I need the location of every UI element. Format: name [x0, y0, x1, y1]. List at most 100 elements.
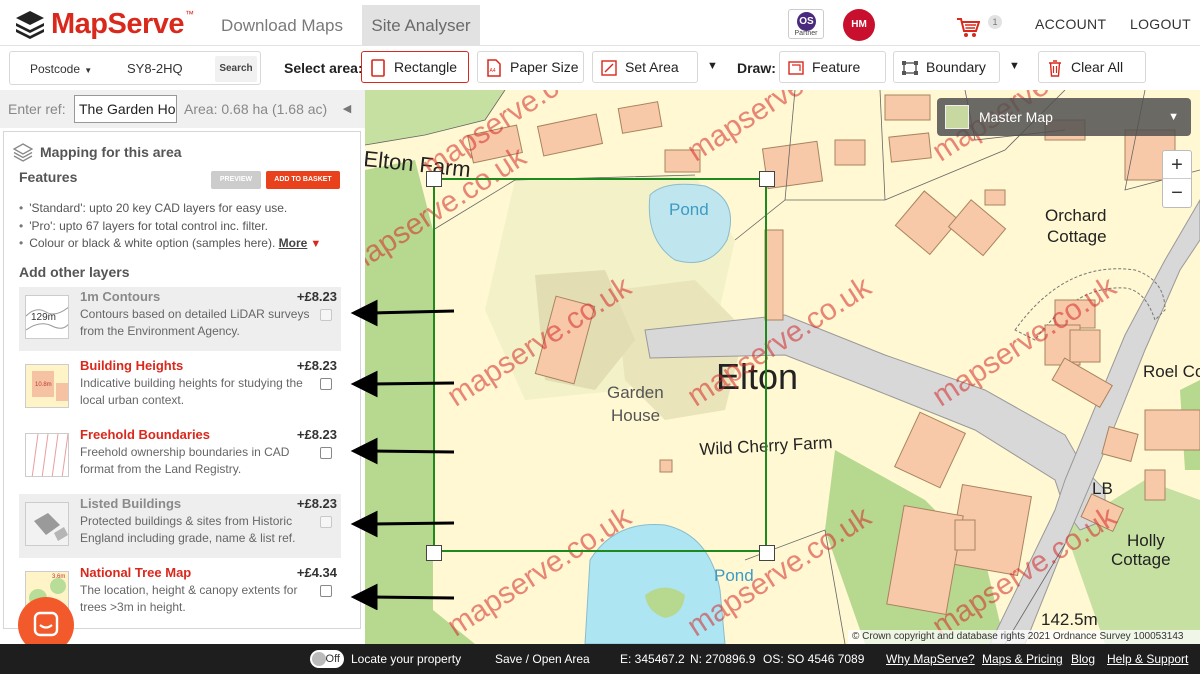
maps-pricing-link[interactable]: Maps & Pricing [982, 644, 1063, 674]
postcode-search: Postcode ▼ SY8-2HQ Search [9, 51, 261, 85]
layer-contours[interactable]: 129m 1m Contours +£8.23 Contours based o… [19, 287, 341, 351]
logo-trademark: ™ [185, 9, 195, 19]
layer-name: Building Heights [80, 358, 184, 373]
layer-description: Contours based on detailed LiDAR surveys… [80, 307, 310, 338]
layer-freehold-boundaries[interactable]: Freehold Boundaries +£8.23 Freehold owne… [19, 425, 341, 489]
layer-checkbox[interactable] [320, 309, 332, 321]
search-type-select[interactable]: Postcode ▼ [30, 52, 92, 88]
freehold-thumbnail [25, 433, 69, 477]
layers-logo-icon [16, 11, 44, 39]
layers-icon [12, 143, 34, 162]
layer-description: Indicative building heights for studying… [80, 376, 303, 407]
tab-download-maps[interactable]: Download Maps [212, 5, 352, 46]
panel-header: Mapping for this area [12, 140, 182, 164]
why-mapserve-link[interactable]: Why MapServe? [886, 644, 975, 674]
rectangle-button[interactable]: Rectangle [361, 51, 469, 83]
easting-readout: E: 345467.2 [620, 652, 685, 666]
layer-checkbox[interactable] [320, 585, 332, 597]
os-logo-mark: OS [797, 12, 816, 31]
layer-price: +£8.23 [296, 358, 337, 373]
resize-handle-top-right[interactable] [759, 171, 775, 187]
save-open-area-link[interactable]: Save / Open Area [495, 644, 590, 674]
layer-building-heights[interactable]: 10.8m Building Heights +£8.23 Indicative… [19, 356, 341, 420]
list-item: 'Pro': upto 67 layers for total control … [19, 218, 349, 236]
list-item: 'Standard': upto 20 key CAD layers for e… [19, 200, 349, 218]
enter-ref-label: Enter ref: [8, 101, 66, 117]
chevron-down-icon: ▼ [310, 238, 322, 250]
layer-name: National Tree Map [80, 565, 192, 580]
resize-handle-bottom-right[interactable] [759, 545, 775, 561]
reference-input[interactable]: The Garden Ho [74, 95, 177, 123]
reference-row: Enter ref: The Garden Ho Area: 0.68 ha (… [0, 90, 365, 128]
paper-size-icon: A4 [487, 59, 501, 77]
os-grid-ref-readout: OS: SO 4546 7089 [763, 652, 865, 666]
locate-toggle[interactable]: Off [310, 650, 344, 668]
zoom-in-button[interactable]: + [1163, 151, 1191, 179]
layer-name: Freehold Boundaries [80, 427, 211, 442]
preview-button[interactable]: PREVIEW [211, 171, 261, 189]
map-view[interactable]: Elton Farm Pond Orchard Cottage Elton Ga… [365, 90, 1200, 644]
map-label-cottage: Cottage [1047, 227, 1107, 246]
add-to-basket-button[interactable]: ADD TO BASKET [266, 171, 340, 189]
layer-description: The location, height & canopy extents fo… [80, 583, 298, 614]
chevron-down-icon: ▼ [82, 66, 93, 75]
chevron-left-icon: ◀ [342, 103, 352, 115]
layer-price: +£8.23 [296, 427, 337, 442]
draw-boundary-button[interactable]: Boundary [893, 51, 1000, 83]
basket-icon[interactable] [956, 16, 980, 38]
logo-text: MapServe [51, 8, 185, 40]
features-heading: Features [19, 169, 78, 185]
logout-link[interactable]: LOGOUT [1130, 16, 1191, 32]
clear-all-button[interactable]: Clear All [1038, 51, 1146, 83]
contours-thumbnail: 129m [25, 295, 69, 339]
hm-land-registry-badge: HM [843, 9, 875, 41]
locate-property-label: Locate your property [351, 652, 462, 666]
map-layer-select[interactable]: Master Map ▼ [937, 98, 1191, 136]
list-item: Colour or black & white option (samples … [19, 235, 349, 253]
draw-more-dropdown[interactable]: ▼ [1009, 60, 1020, 72]
northing-readout: N: 270896.9 [690, 652, 756, 666]
account-link[interactable]: ACCOUNT [1035, 16, 1106, 32]
layer-price: +£8.23 [296, 289, 337, 304]
boundary-icon [902, 61, 918, 75]
map-layer-thumbnail [945, 105, 969, 129]
svg-text:A4: A4 [490, 68, 496, 74]
select-area-more-dropdown[interactable]: ▼ [707, 60, 718, 72]
status-bar: Off Locate your property Save / Open Are… [0, 644, 1200, 674]
layer-checkbox[interactable] [320, 378, 332, 390]
selection-rectangle[interactable] [433, 178, 767, 552]
map-label-orchard: Orchard [1045, 206, 1107, 225]
help-support-link[interactable]: Help & Support [1107, 644, 1188, 674]
layer-checkbox[interactable] [320, 447, 332, 459]
chevron-down-icon: ▼ [1168, 111, 1179, 123]
resize-handle-top-left[interactable] [426, 171, 442, 187]
zoom-out-button[interactable]: − [1163, 179, 1191, 207]
layer-description: Freehold ownership boundaries in CAD for… [80, 445, 290, 476]
mapserve-logo[interactable]: MapServe ™ [14, 8, 194, 40]
layer-description: Protected buildings & sites from Histori… [80, 514, 296, 545]
blog-link[interactable]: Blog [1071, 644, 1095, 674]
rectangle-icon [371, 59, 385, 77]
layer-checkbox[interactable] [320, 516, 332, 528]
set-area-icon [601, 60, 617, 76]
listed-buildings-thumbnail [25, 502, 69, 546]
tab-site-analyser[interactable]: Site Analyser [362, 5, 480, 46]
top-bar: MapServe ™ Download Maps Site Analyser OS… [0, 0, 1200, 46]
set-area-button[interactable]: Set Area [592, 51, 698, 83]
select-area-label: Select area: [284, 60, 363, 76]
annotation-arrows [350, 299, 455, 610]
more-link[interactable]: More [279, 236, 308, 250]
map-label-spot-height: 142.5m [1041, 610, 1098, 629]
search-button[interactable]: Search [215, 56, 257, 82]
layer-listed-buildings[interactable]: Listed Buildings +£8.23 Protected buildi… [19, 494, 341, 558]
collapse-panel-button[interactable]: ◀ [336, 98, 358, 120]
building-heights-thumbnail: 10.8m [25, 364, 69, 408]
postcode-input[interactable]: SY8-2HQ [127, 52, 183, 86]
layer-name: 1m Contours [80, 289, 161, 304]
draw-feature-button[interactable]: Feature [779, 51, 886, 83]
layer-price: +£4.34 [296, 565, 337, 580]
partner-text: Partner [794, 30, 818, 37]
paper-size-button[interactable]: A4 Paper Size [477, 51, 584, 83]
layer-name: Listed Buildings [80, 496, 182, 511]
map-label-lb: LB [1092, 479, 1113, 498]
